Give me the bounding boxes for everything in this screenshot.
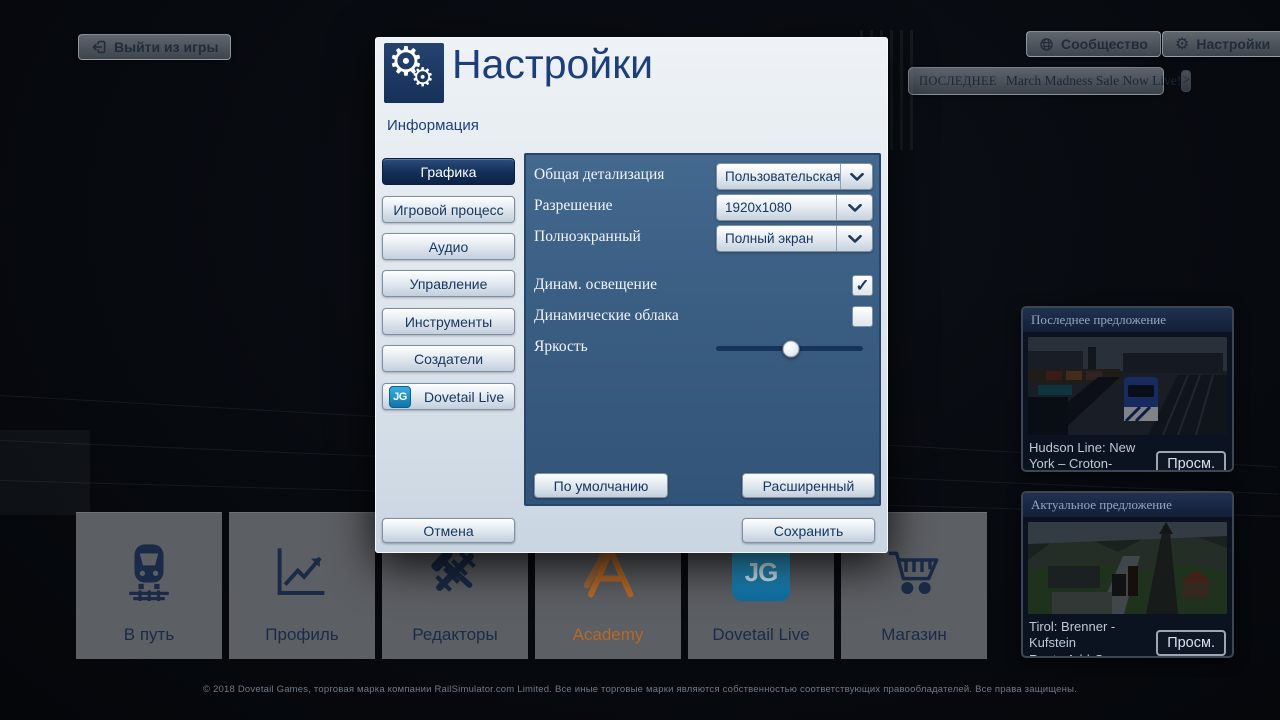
exit-icon [91,39,107,55]
dovetail-live-logo: JG [389,386,411,408]
dynamic-lighting-checkbox[interactable]: ✓ [852,275,873,296]
brightness-slider-thumb[interactable] [782,340,799,357]
chevron-down-icon[interactable] [840,164,872,189]
defaults-button[interactable]: По умолчанию [534,473,668,498]
news-next-button[interactable]: > [1181,70,1191,92]
tab-controls[interactable]: Управление [382,270,515,297]
overall-detail-dropdown[interactable]: Пользовательская [716,163,873,190]
tab-creators[interactable]: Создатели [382,345,515,372]
latest-offer-title: Hudson Line: New York – Croton-Harmo... [1029,440,1156,472]
globe-icon [1039,37,1054,52]
tab-graphics[interactable]: Графика [382,158,515,185]
graphics-settings-panel: Общая детализация Пользовательская Разре… [524,153,881,506]
current-offer-image [1023,517,1232,614]
exit-game-label: Выйти из игры [114,39,218,55]
dialog-title: Настройки [452,41,653,88]
game-background: Выйти из игры Сообщество ⚙ Настройки ПОС… [0,0,1280,720]
cancel-button[interactable]: Отмена [382,518,515,543]
nav-label-academy: Academy [573,625,644,645]
nav-label-editors: Редакторы [412,625,497,645]
copyright-text: © 2018 Dovetail Games, торговая марка ко… [0,684,1280,695]
chart-icon [229,541,375,603]
settings-gears-icon: ⚙⚙ [384,43,444,103]
settings-label: Настройки [1196,36,1270,52]
settings-dialog: ⚙⚙ Настройки Информация Графика Игровой … [375,37,888,553]
chevron-down-icon[interactable] [836,195,872,220]
nav-tile-drive[interactable]: В путь [76,512,222,659]
nav-label-drive: В путь [124,625,174,645]
background-platform [0,430,90,515]
train-icon [76,541,222,603]
overall-detail-label: Общая детализация [534,166,664,184]
news-banner[interactable]: ПОСЛЕДНЕЕ March Madness Sale Now Live! > [908,67,1164,95]
nav-label-editors: Профиль [265,625,338,645]
current-offer-title: Tirol: Brenner - Kufstein Route Add-On [1029,619,1156,658]
dialog-subtitle: Информация [387,117,479,134]
check-icon: ✓ [855,277,869,294]
tab-audio[interactable]: Аудио [382,233,515,260]
community-label: Сообщество [1061,36,1148,52]
resolution-label: Разрешение [534,197,613,215]
brightness-label: Яркость [534,338,588,356]
latest-offer-view-button[interactable]: Просм. [1156,451,1226,472]
exit-game-button[interactable]: Выйти из игры [78,34,231,60]
current-offer-view-button[interactable]: Просм. [1156,630,1226,656]
dynamic-lighting-label: Динам. освещение [534,276,657,294]
save-button[interactable]: Сохранить [742,518,875,543]
latest-offer-image [1023,332,1232,435]
news-text: March Madness Sale Now Live! [1006,73,1181,89]
tab-dovetail-live[interactable]: JG Dovetail Live [382,383,515,410]
settings-button[interactable]: ⚙ Настройки [1162,31,1280,57]
dynamic-clouds-checkbox[interactable]: ✓ [852,306,873,327]
tab-gameplay[interactable]: Игровой процесс [382,196,515,223]
fullscreen-dropdown[interactable]: Полный экран [716,225,873,252]
fullscreen-label: Полноэкранный [534,228,641,246]
latest-offer-card: Последнее предложение [1021,306,1234,472]
news-tag: ПОСЛЕДНЕЕ [919,74,997,89]
nav-label-dovetail-live: Dovetail Live [712,625,809,645]
nav-label-store: Магазин [881,625,947,645]
brightness-slider[interactable] [716,346,863,351]
chevron-down-icon[interactable] [836,226,872,251]
current-offer-header: Актуальное предложение [1023,493,1232,517]
nav-tile-profile[interactable]: Профиль [229,512,375,659]
current-offer-card: Актуальное предложение Tirol: [1021,491,1234,658]
resolution-dropdown[interactable]: 1920x1080 [716,194,873,221]
gear-icon: ⚙ [1175,36,1189,52]
tab-tools[interactable]: Инструменты [382,308,515,335]
latest-offer-header: Последнее предложение [1023,308,1232,332]
dynamic-clouds-label: Динамические облака [534,307,679,325]
community-button[interactable]: Сообщество [1026,31,1161,57]
advanced-button[interactable]: Расширенный [742,473,875,498]
